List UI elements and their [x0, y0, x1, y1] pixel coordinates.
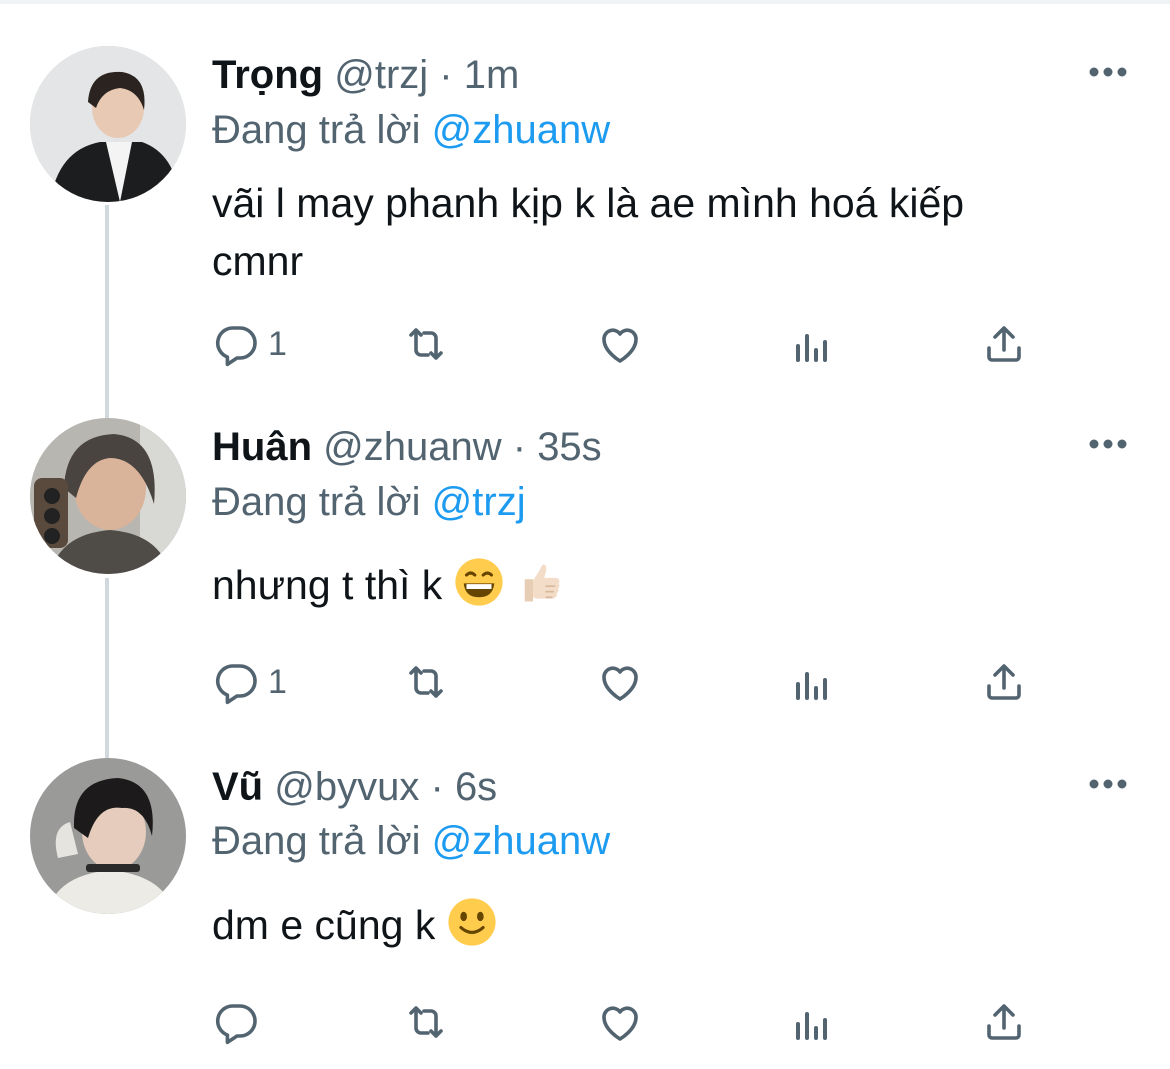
reply-button[interactable]: 1 [212, 657, 287, 707]
tweet-text-line: vãi l may phanh kịp k là ae mình hoá kiế… [212, 180, 965, 226]
more-icon[interactable] [1088, 436, 1128, 452]
retweet-button[interactable] [402, 997, 450, 1047]
reply-icon [215, 664, 257, 705]
more-icon[interactable] [1088, 776, 1128, 792]
tweet-header: Trọng @trzj · 1m [212, 51, 519, 99]
username[interactable]: @trzj [334, 53, 428, 97]
share-icon [987, 664, 1021, 700]
reply-prefix: Đang trả lời [212, 108, 421, 152]
reply-button[interactable] [212, 997, 268, 1047]
like-button[interactable] [596, 319, 644, 369]
timestamp[interactable]: 6s [455, 765, 497, 809]
retweet-icon [409, 328, 443, 360]
tweet-header: Vũ @byvux · 6s [212, 763, 497, 811]
reply-icon [215, 1004, 257, 1045]
retweet-icon [409, 1006, 443, 1038]
reply-context: Đang trả lời @zhuanw [212, 817, 610, 865]
grinning-face-emoji [455, 558, 503, 606]
retweet-icon [409, 666, 443, 698]
like-icon [602, 328, 638, 363]
avatar[interactable] [30, 46, 186, 202]
share-icon [987, 1004, 1021, 1040]
tweet-header: Huân @zhuanw · 35s [212, 423, 602, 471]
reply-count: 1 [268, 324, 287, 363]
reply-count: 1 [268, 662, 287, 701]
like-icon [602, 666, 638, 701]
avatar[interactable] [30, 758, 186, 914]
tweet-text-line: nhưng t thì k [212, 562, 443, 608]
tweet-actions: 1 [212, 657, 1052, 707]
username[interactable]: @byvux [274, 765, 419, 809]
views-icon [796, 1012, 827, 1040]
display-name[interactable]: Vũ [212, 765, 263, 809]
retweet-button[interactable] [402, 657, 450, 707]
tweet-text: dm e cũng k [212, 896, 1132, 954]
share-button[interactable] [980, 319, 1028, 369]
tweet-text: vãi l may phanh kịp k là ae mình hoá kiế… [212, 174, 1132, 290]
tweet-text: nhưng t thì k [212, 556, 1132, 614]
share-icon [987, 326, 1021, 362]
more-icon[interactable] [1088, 64, 1128, 80]
reply-mention[interactable]: @zhuanw [432, 108, 610, 152]
reply-icon [215, 326, 257, 367]
display-name[interactable]: Huân [212, 425, 312, 469]
slightly-smiling-face-emoji [448, 898, 496, 946]
reply-prefix: Đang trả lời [212, 819, 421, 863]
timestamp[interactable]: 1m [464, 53, 520, 97]
avatar[interactable] [30, 418, 186, 574]
views-button[interactable] [788, 319, 836, 369]
timestamp[interactable]: 35s [537, 425, 602, 469]
share-button[interactable] [980, 997, 1028, 1047]
reply-mention[interactable]: @trzj [432, 480, 526, 524]
like-button[interactable] [596, 997, 644, 1047]
display-name[interactable]: Trọng [212, 53, 323, 97]
reply-button[interactable]: 1 [212, 319, 287, 369]
reply-context: Đang trả lời @trzj [212, 478, 526, 526]
tweet-actions: 1 [212, 319, 1052, 369]
separator: · [512, 425, 527, 469]
separator: · [430, 765, 444, 809]
tweet-text-line: cmnr [212, 238, 304, 284]
views-icon [796, 334, 827, 362]
tweet[interactable]: Huân @zhuanw · 35s Đang trả lời @trzj nh… [0, 400, 1170, 740]
retweet-button[interactable] [402, 319, 450, 369]
thumbs-up-icon [524, 564, 560, 602]
reply-prefix: Đang trả lời [212, 480, 421, 524]
separator: · [439, 53, 453, 97]
share-button[interactable] [980, 657, 1028, 707]
reply-mention[interactable]: @zhuanw [432, 819, 610, 863]
tweet[interactable]: Vũ @byvux · 6s Đang trả lời @zhuanw dm e… [0, 740, 1170, 1069]
reply-context: Đang trả lời @zhuanw [212, 106, 610, 154]
username[interactable]: @zhuanw [323, 425, 501, 469]
like-icon [602, 1006, 638, 1041]
like-button[interactable] [596, 657, 644, 707]
views-button[interactable] [788, 657, 836, 707]
tweet-actions [212, 997, 1052, 1047]
views-icon [796, 672, 827, 700]
tweet[interactable]: Trọng @trzj · 1m Đang trả lời @zhuanw vã… [0, 0, 1170, 400]
tweet-text-line: dm e cũng k [212, 902, 436, 948]
views-button[interactable] [788, 997, 836, 1047]
